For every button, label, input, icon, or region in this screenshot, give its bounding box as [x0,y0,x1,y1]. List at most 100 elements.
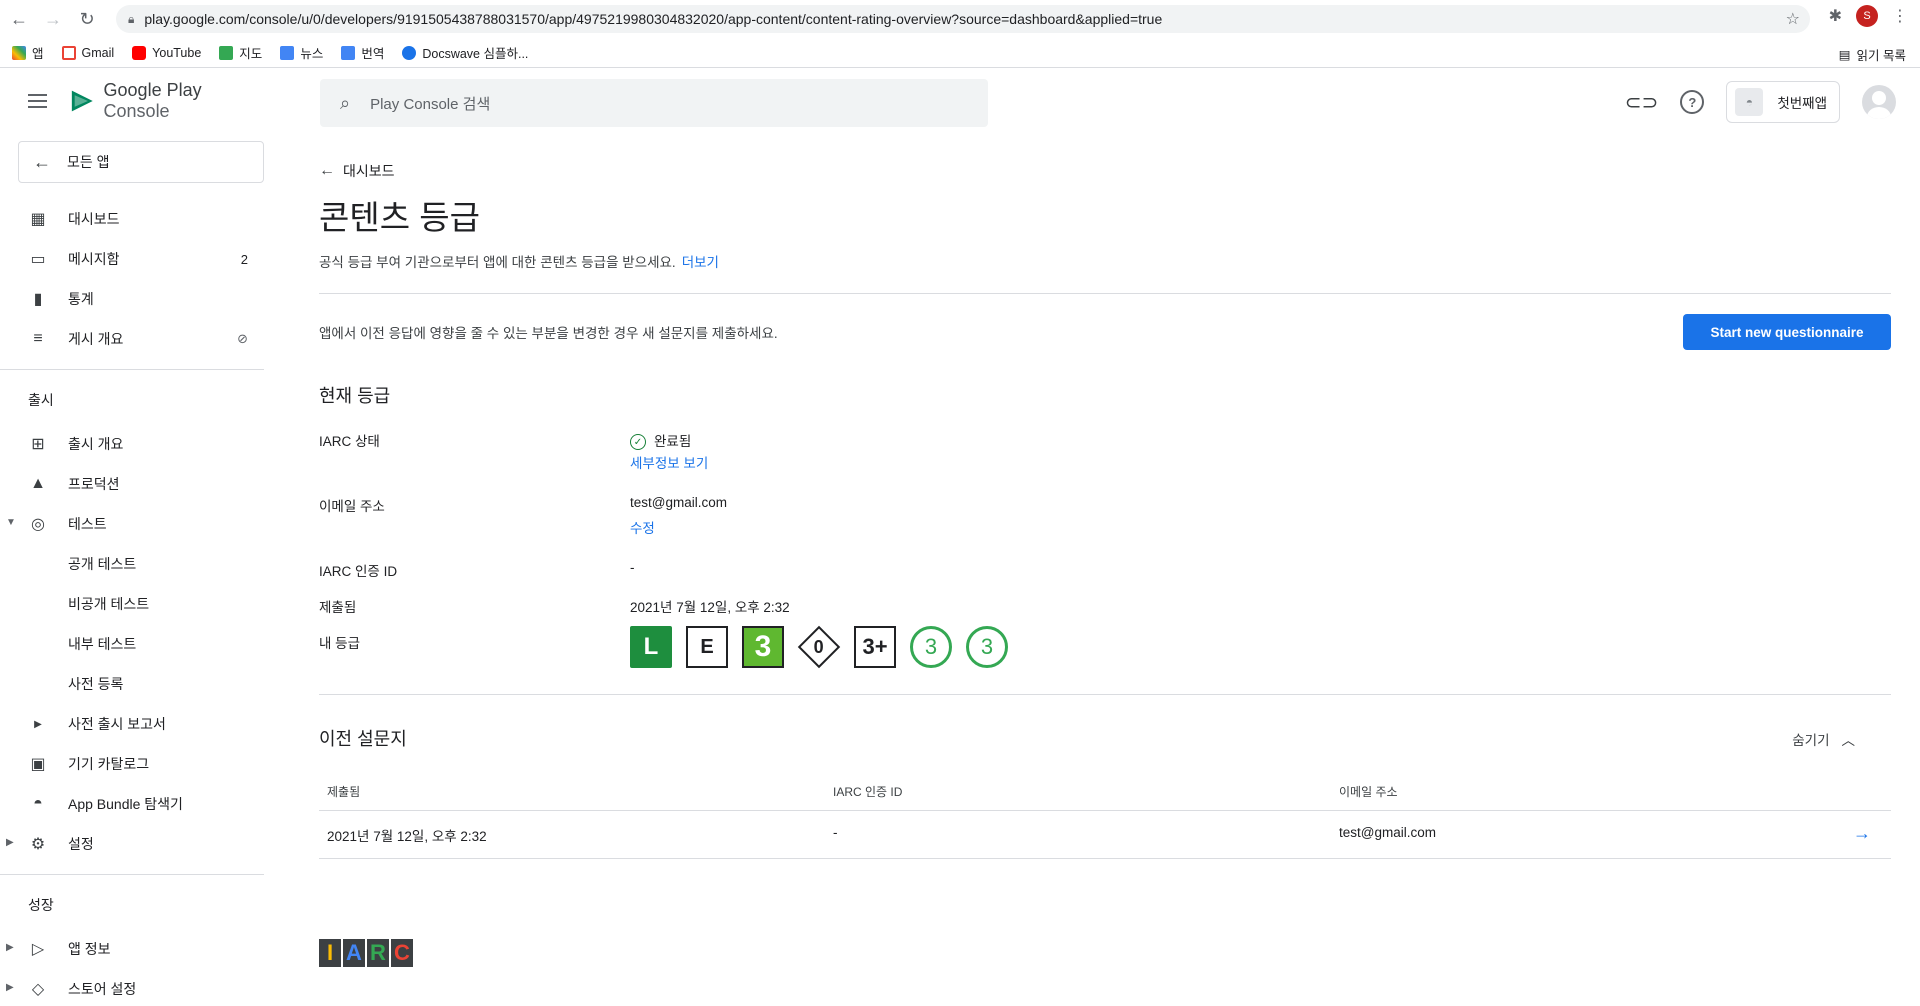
android-icon: ◓ [33,795,43,812]
section-release: 출시 [28,392,54,408]
learn-more-link[interactable]: 더보기 [682,255,719,270]
email-value: test@gmail.com [630,495,727,510]
sidebar-item-dashboard[interactable]: ▦ 대시보드 [0,199,264,239]
bookmark-maps[interactable]: 지도 [219,43,262,62]
view-details-link[interactable]: 세부정보 보기 [630,452,708,472]
devices-icon: ▣ [30,756,46,773]
bookmark-gmail[interactable]: Gmail [61,45,114,60]
section-growth: 성장 [28,897,54,913]
bookmark-apps[interactable]: 앱 [12,43,44,62]
inbox-count-badge: 2 [240,251,248,267]
column-header: 제출됨 [327,785,361,799]
back-arrow-icon: ← [33,151,51,172]
bookmarks-bar: 앱 Gmail YouTube 지도 뉴스 번역 Docswave 심플하...… [0,38,1920,68]
page-content: ← 대시보드 콘텐츠 등급 공식 등급 부여 기관으로부터 앱에 대한 콘텐츠 … [319,161,1891,859]
bookmark-docswave[interactable]: Docswave 심플하... [402,43,528,62]
help-icon[interactable]: ? [1680,90,1705,114]
logo-row: Google Play Console [0,69,264,133]
sidebar-item-pre-registration[interactable]: 사전 등록 [0,664,264,704]
sidebar-item-device-catalog[interactable]: ▣ 기기 카탈로그 [0,744,264,784]
bookmark-news[interactable]: 뉴스 [280,43,323,62]
bookmark-translate[interactable]: 번역 [341,43,384,62]
link-icon[interactable]: ⊂⊃ [1625,90,1659,115]
translate-icon [341,45,356,60]
sidebar-item-testing[interactable]: ▼ ◎ 테스트 [0,504,264,544]
sidebar-item-pre-launch-report[interactable]: ▶ 사전 출시 보고서 [0,704,264,744]
search-icon: ⌕ [340,92,351,113]
sidebar-item-store-settings[interactable]: ▶ ◇ 스토어 설정 [0,969,264,1006]
chevron-up-icon: ︿ [1841,733,1856,748]
menu-icon[interactable] [28,90,47,112]
docswave-icon [402,45,417,60]
caret-down-icon: ▼ [6,517,16,528]
sidebar-item-internal-testing[interactable]: 내부 테스트 [0,624,264,664]
row-submitted: 2021년 7월 12일, 오후 2:32 [327,829,487,844]
classind-rating-badge: L [630,626,672,668]
all-apps-button[interactable]: ← 모든 앱 [18,141,264,183]
caret-right-icon: ▶ [6,982,14,993]
testing-icon: ◎ [31,516,45,533]
previous-questionnaires-title: 이전 설문지 [319,729,407,749]
column-header: IARC 인증 ID [833,785,903,799]
sidebar-item-open-testing[interactable]: 공개 테스트 [0,544,264,584]
iarc-status-value: ✓ 완료됨 [630,430,691,451]
caret-right-icon: ▶ [34,718,42,730]
address-bar[interactable]: 🔒︎ play.google.com/console/u/0/developer… [116,5,1810,33]
more-menu-icon[interactable]: ⋮ [1892,6,1908,26]
search-input[interactable]: ⌕ Play Console 검색 [320,79,988,127]
email-label: 이메일 주소 [319,499,385,514]
inbox-icon: ▭ [30,251,46,268]
forward-arrow-icon[interactable]: → [38,4,68,34]
app-switcher[interactable]: ◓ 첫번째앱 [1726,81,1840,123]
sidebar-item-app-bundle-explorer[interactable]: ◓ App Bundle 탐색기 [0,784,264,824]
questionnaire-notice: 앱에서 이전 응답에 영향을 줄 수 있는 부분을 변경한 경우 새 설문지를 … [319,326,778,341]
pegi-rating-badge: 3 [742,626,784,668]
profile-avatar[interactable]: S [1856,5,1878,27]
main-area: ⌕ Play Console 검색 ⊂⊃ ? ◓ 첫번째앱 ← 대시보드 콘텐츠… [264,69,1920,1006]
generic-rating-badge: 3 [910,626,952,668]
row-email: test@gmail.com [1339,825,1436,840]
bar-chart-icon: ▮ [33,291,43,308]
reload-icon[interactable]: ↻ [72,4,102,34]
bookmark-youtube[interactable]: YouTube [132,45,201,60]
breadcrumb[interactable]: ← 대시보드 [319,161,1891,181]
sidebar-item-production[interactable]: ▲ 프로덕션 [0,464,264,504]
iarc-logo: I A R C [319,939,413,967]
reading-list[interactable]: ▤ 읽기 목록 [1839,45,1906,64]
news-icon [280,45,295,60]
maps-icon [219,45,234,60]
start-questionnaire-button[interactable]: Start new questionnaire [1683,314,1891,350]
gmail-icon [61,45,76,60]
page-title: 콘텐츠 등급 [319,199,480,236]
check-circle-icon: ✓ [630,434,646,451]
current-rating-details: IARC 상태 ✓ 완료됨 세부정보 보기 이메일 주소 test@gmail.c… [319,430,1891,730]
back-arrow-icon: ← [319,162,335,179]
table-row[interactable]: 2021년 7월 12일, 오후 2:32 - test@gmail.com → [319,811,1891,859]
cert-id-label: IARC 인증 ID [319,564,398,579]
sidebar-item-release-overview[interactable]: ⊞ 출시 개요 [0,424,264,464]
arrow-right-icon[interactable]: → [1853,823,1871,844]
column-header: 이메일 주소 [1339,785,1398,799]
sidebar-item-app-info[interactable]: ▶ ▷ 앱 정보 [0,929,264,969]
table-header: 제출됨 IARC 인증 ID 이메일 주소 [319,769,1891,811]
sidebar-item-inbox[interactable]: ▭ 메시지함 2 [0,239,264,279]
account-avatar[interactable] [1862,85,1896,119]
sidebar-divider [0,369,264,370]
sidebar-item-closed-testing[interactable]: 비공개 테스트 [0,584,264,624]
app-thumbnail-icon: ◓ [1735,88,1764,116]
gear-icon: ⚙ [30,836,46,853]
hide-toggle[interactable]: 숨기기 ︿ [1792,729,1855,749]
extensions-icon[interactable]: ✱ [1829,6,1842,26]
caret-right-icon: ▶ [6,837,14,848]
sidebar-item-statistics[interactable]: ▮ 통계 [0,279,264,319]
sidebar-item-settings[interactable]: ▶ ⚙ 설정 [0,824,264,864]
page-subtitle: 공식 등급 부여 기관으로부터 앱에 대한 콘텐츠 등급을 받으세요. 더보기 [319,255,719,270]
release-overview-icon: ⊞ [31,436,45,453]
publish-overview-icon: ≡ [33,330,43,347]
sidebar-item-publishing-overview[interactable]: ≡ 게시 개요 ⊘ [0,319,264,359]
managed-publishing-off-icon: ⊘ [237,331,248,346]
bookmark-star-icon[interactable]: ☆ [1786,9,1800,29]
back-arrow-icon[interactable]: ← [4,4,34,34]
edit-email-link[interactable]: 수정 [630,517,655,537]
apps-grid-icon [12,45,26,60]
